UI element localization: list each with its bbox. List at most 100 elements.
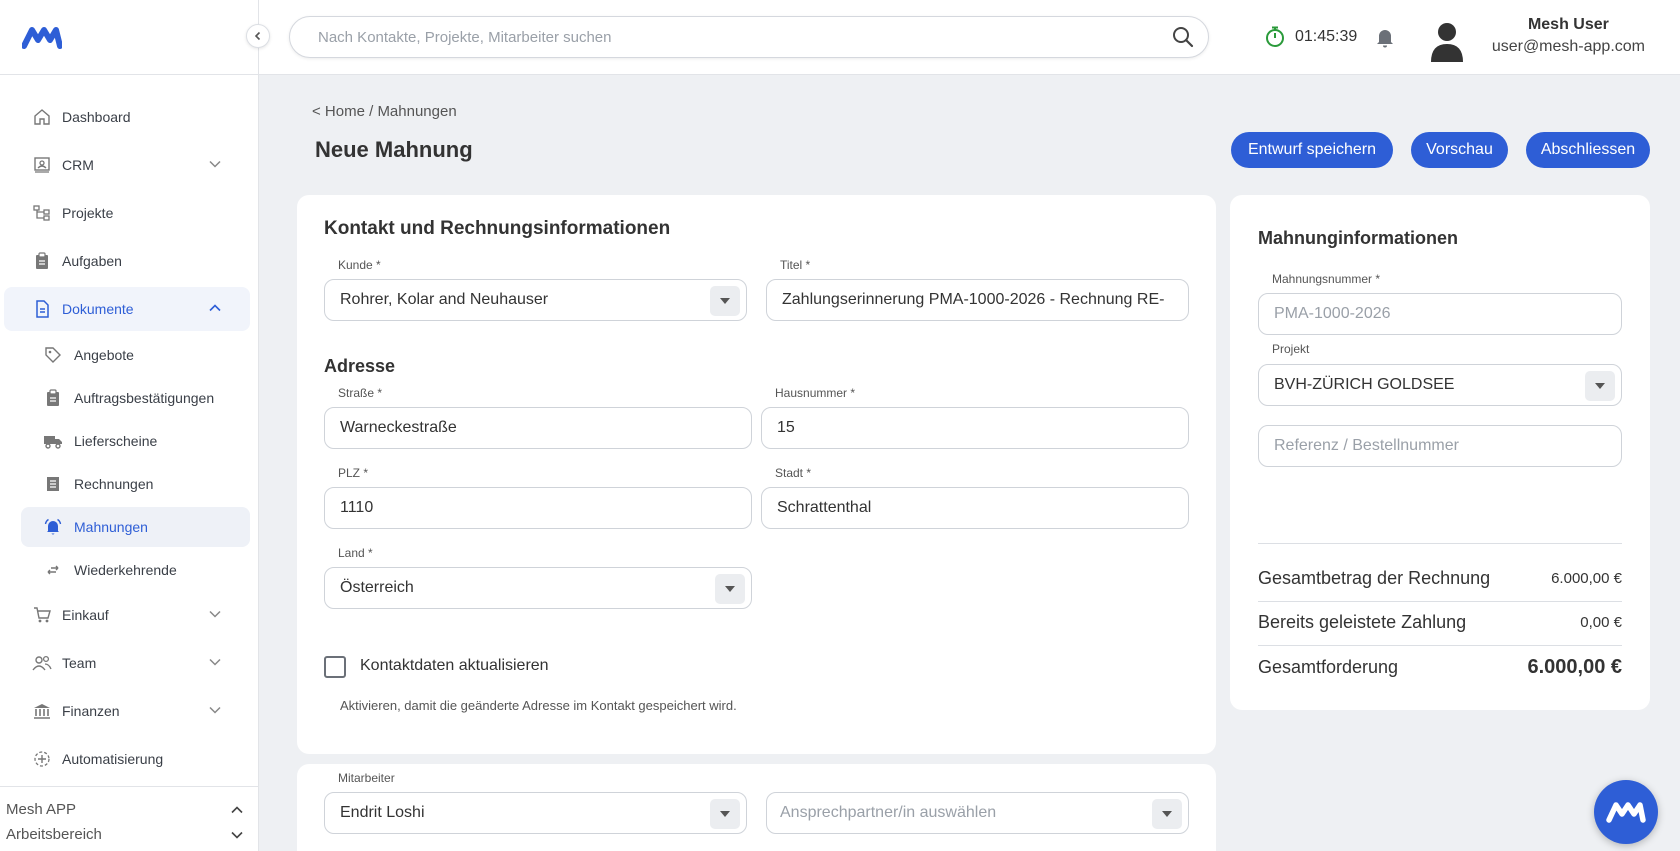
zip-input[interactable]: 1110: [324, 487, 752, 529]
chevron-down-icon: [231, 831, 243, 839]
truck-icon: [43, 431, 63, 451]
sidebar-item-label: Dokumente: [62, 301, 134, 317]
title-input[interactable]: Zahlungserinnerung PMA-1000-2026 - Rechn…: [766, 279, 1189, 321]
total-claim-value: 6.000,00 €: [1527, 656, 1622, 678]
invoice-icon: [43, 474, 63, 494]
sidebar-item-finanzen[interactable]: Finanzen: [4, 689, 250, 733]
clipboard-icon: [32, 251, 52, 271]
house-number-input[interactable]: 15: [761, 407, 1189, 449]
time-tracker[interactable]: 01:45:39: [1265, 26, 1357, 48]
sidebar-subitem-wiederkehrende[interactable]: Wiederkehrende: [21, 550, 250, 590]
chevron-down-icon: [209, 658, 221, 666]
zip-value: 1110: [340, 499, 374, 516]
preview-button[interactable]: Vorschau: [1411, 132, 1508, 168]
tag-icon: [43, 345, 63, 365]
sidebar-item-dokumente[interactable]: Dokumente: [4, 287, 250, 331]
document-icon: [32, 299, 52, 319]
search-input[interactable]: [318, 28, 1172, 46]
avatar[interactable]: [1429, 20, 1465, 62]
update-contact-checkbox[interactable]: [324, 656, 346, 678]
save-draft-button[interactable]: Entwurf speichern: [1231, 132, 1393, 168]
workspace-switcher[interactable]: Arbeitsbereich: [0, 822, 258, 847]
sidebar-item-label: Einkauf: [62, 607, 109, 623]
title-value: Zahlungserinnerung PMA-1000-2026 - Rechn…: [782, 291, 1165, 308]
sidebar-collapse-button[interactable]: [246, 24, 270, 48]
total-invoice-value: 6.000,00 €: [1551, 570, 1622, 587]
caret-down-icon: [725, 586, 735, 592]
page-title: Neue Mahnung: [315, 137, 473, 162]
sidebar-subitem-label: Auftragsbestätigungen: [74, 390, 215, 406]
sidebar-subitem-rechnungen[interactable]: Rechnungen: [21, 464, 250, 504]
divider: [1258, 601, 1622, 602]
caret-down-icon: [1595, 383, 1605, 389]
dropdown-button[interactable]: [715, 574, 745, 604]
update-contact-hint: Aktivieren, damit die geänderte Adresse …: [340, 698, 737, 713]
stopwatch-icon: [1266, 26, 1284, 47]
update-contact-label[interactable]: Kontaktdaten aktualisieren: [360, 657, 549, 675]
contact-person-select[interactable]: Ansprechpartner/in auswählen: [766, 792, 1189, 834]
total-claim-row: Gesamtforderung 6.000,00 €: [1258, 656, 1622, 679]
user-info[interactable]: Mesh User user@mesh-app.com: [1492, 16, 1645, 56]
country-select[interactable]: Österreich: [324, 567, 752, 609]
sidebar: Dashboard CRM Projekte Aufgaben Dokument…: [0, 0, 270, 851]
sidebar-item-aufgaben[interactable]: Aufgaben: [4, 239, 250, 283]
sidebar-subitem-label: Wiederkehrende: [74, 562, 177, 578]
automation-icon: [32, 749, 52, 769]
chevron-up-icon: [231, 805, 243, 813]
reference-input[interactable]: Referenz / Bestellnummer: [1258, 425, 1622, 467]
sidebar-subitem-auftragsbestaetigungen[interactable]: Auftragsbestätigungen: [21, 378, 250, 418]
customer-select[interactable]: Rohrer, Kolar and Neuhauser: [324, 279, 747, 321]
finish-button[interactable]: Abschliessen: [1526, 132, 1650, 168]
dropdown-button[interactable]: [1585, 371, 1615, 401]
street-input[interactable]: Warneckestraße: [324, 407, 752, 449]
dropdown-button[interactable]: [710, 286, 740, 316]
project-select[interactable]: BVH-ZÜRICH GOLDSEE: [1258, 364, 1622, 406]
sidebar-footer: Mesh APP Arbeitsbereich: [0, 786, 258, 851]
divider: [1258, 645, 1622, 646]
sidebar-item-projekte[interactable]: Projekte: [4, 191, 250, 235]
projects-icon: [32, 203, 52, 223]
search-icon[interactable]: [1172, 26, 1194, 48]
dropdown-button[interactable]: [710, 799, 740, 829]
sidebar-item-einkauf[interactable]: Einkauf: [4, 593, 250, 637]
sidebar-subitem-label: Lieferscheine: [74, 433, 158, 449]
sidebar-item-automatisierung[interactable]: Automatisierung: [4, 737, 250, 781]
sidebar-item-team[interactable]: Team: [4, 641, 250, 685]
country-label: Land *: [338, 546, 373, 560]
bell-icon[interactable]: [1375, 26, 1395, 48]
sidebar-subitem-lieferscheine[interactable]: Lieferscheine: [21, 421, 250, 461]
city-label: Stadt *: [775, 466, 812, 480]
sidebar-item-label: Aufgaben: [62, 253, 122, 269]
sidebar-item-crm[interactable]: CRM: [4, 143, 250, 187]
chevron-up-icon: [209, 304, 221, 312]
sidebar-item-dashboard[interactable]: Dashboard: [4, 95, 250, 139]
project-value: BVH-ZÜRICH GOLDSEE: [1274, 376, 1455, 393]
customer-value: Rohrer, Kolar and Neuhauser: [340, 291, 549, 308]
reference-placeholder: Referenz / Bestellnummer: [1274, 437, 1459, 454]
app-switcher[interactable]: Mesh APP: [0, 797, 258, 822]
address-title: Adresse: [324, 356, 396, 376]
zip-label: PLZ *: [338, 466, 369, 480]
team-icon: [32, 653, 52, 673]
crm-icon: [32, 155, 52, 175]
sidebar-item-label: Team: [62, 655, 97, 671]
mesh-logo[interactable]: [22, 26, 62, 50]
repeat-icon: [43, 560, 63, 580]
mesh-assistant-button[interactable]: [1594, 780, 1658, 844]
sidebar-subitem-mahnungen[interactable]: Mahnungen: [21, 507, 250, 547]
clipboard-icon: [43, 388, 63, 408]
workspace-name: Arbeitsbereich: [6, 826, 102, 843]
breadcrumb[interactable]: < Home / Mahnungen: [312, 103, 457, 120]
employee-value: Endrit Loshi: [340, 804, 425, 821]
street-label: Straße *: [338, 386, 383, 400]
house-number-value: 15: [777, 419, 795, 436]
dropdown-button[interactable]: [1152, 799, 1182, 829]
sidebar-subitem-angebote[interactable]: Angebote: [21, 335, 250, 375]
contact-person-placeholder: Ansprechpartner/in auswählen: [780, 804, 997, 821]
city-input[interactable]: Schrattenthal: [761, 487, 1189, 529]
home-icon: [32, 107, 52, 127]
sidebar-nav: Dashboard CRM Projekte Aufgaben Dokument…: [0, 75, 258, 781]
sidebar-item-label: Projekte: [62, 205, 114, 221]
reminder-number-input[interactable]: PMA-1000-2026: [1258, 293, 1622, 335]
employee-select[interactable]: Endrit Loshi: [324, 792, 747, 834]
